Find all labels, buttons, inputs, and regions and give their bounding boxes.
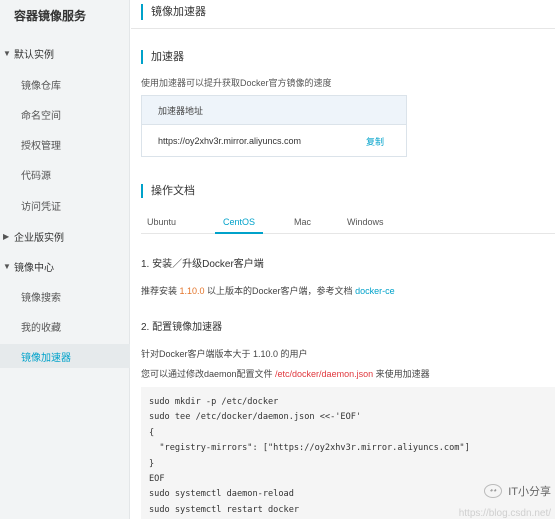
divider [131, 28, 555, 29]
step2-title: 2. 配置镜像加速器 [141, 322, 223, 333]
tab-mac[interactable]: Mac [294, 217, 311, 234]
step1-text-b: 以上版本的Docker客户端，参考文档 [204, 286, 356, 296]
tab-centos[interactable]: CentOS [215, 217, 264, 234]
step2-line2: 您可以通过修改daemon配置文件 /etc/docker/daemon.jso… [141, 367, 430, 380]
step2-line1: 针对Docker客户端版本大于 1.10.0 的用户 [141, 349, 308, 359]
sidebar-group-enterprise-instance[interactable]: ▶ 企业版实例 [0, 225, 130, 247]
chevron-right-icon: ▶ [3, 231, 10, 241]
watermark-url: https://blog.csdn.net/ [458, 508, 551, 519]
code-line: sudo tee /etc/docker/daemon.json <<-'EOF… [149, 412, 362, 423]
docs-section-title: 操作文档 [141, 184, 195, 198]
watermark-name: IT小分享 [508, 486, 551, 498]
sidebar-group-image-center[interactable]: ▼ 镜像中心 [0, 255, 130, 277]
accelerator-address-box: 加速器地址 https://oy2xhv3r.mirror.aliyuncs.c… [141, 95, 407, 157]
wechat-icon: ◕◕ [484, 484, 503, 498]
os-tabs: Ubuntu CentOS Mac Windows [141, 214, 555, 234]
sidebar-item-namespaces[interactable]: 命名空间 [0, 102, 130, 126]
tab-windows[interactable]: Windows [347, 217, 384, 234]
sidebar-group-label: 镜像中心 [14, 262, 54, 274]
accelerator-description: 使用加速器可以提升获取Docker官方镜像的速度 [141, 78, 332, 88]
watermark: ◕◕ IT小分享 [484, 483, 551, 499]
sidebar-item-code-source[interactable]: 代码源 [0, 162, 130, 186]
accelerator-url: https://oy2xhv3r.mirror.aliyuncs.com [158, 136, 302, 146]
sidebar: 容器镜像服务 ▼ 默认实例 镜像仓库 命名空间 授权管理 代码源 访问凭证 ▶ … [0, 0, 130, 519]
code-line: } [149, 458, 155, 469]
sidebar-group-default-instance[interactable]: ▼ 默认实例 [0, 42, 130, 64]
version-highlight: 1.10.0 [179, 286, 205, 296]
code-block[interactable]: sudo mkdir -p /etc/docker sudo tee /etc/… [141, 387, 555, 519]
code-line: "registry-mirrors": ["https://oy2xhv3r.m… [149, 443, 470, 454]
step1-title: 1. 安装／升级Docker客户端 [141, 259, 264, 270]
step1-text: 推荐安装 1.10.0 以上版本的Docker客户端，参考文档 docker-c… [141, 284, 395, 297]
accelerator-address-header: 加速器地址 [142, 96, 406, 125]
sidebar-item-authorization[interactable]: 授权管理 [0, 132, 130, 156]
step1-text-a: 推荐安装 [141, 286, 180, 296]
copy-button[interactable]: 复制 [366, 135, 384, 148]
sidebar-item-image-search[interactable]: 镜像搜索 [0, 284, 130, 308]
sidebar-group-label: 默认实例 [14, 49, 54, 61]
code-line: sudo mkdir -p /etc/docker [149, 397, 279, 407]
sidebar-item-favorites[interactable]: 我的收藏 [0, 314, 130, 338]
docker-ce-link[interactable]: docker-ce [355, 286, 395, 296]
daemon-config-path: /etc/docker/daemon.json [275, 369, 374, 379]
main-content: 镜像加速器 加速器 使用加速器可以提升获取Docker官方镜像的速度 加速器地址… [131, 0, 555, 519]
step2-line2-b: 来使用加速器 [373, 369, 430, 379]
sidebar-title: 容器镜像服务 [14, 9, 87, 23]
accelerator-section-title: 加速器 [141, 50, 184, 64]
sidebar-item-access-credentials[interactable]: 访问凭证 [0, 193, 130, 217]
accelerator-address-row: https://oy2xhv3r.mirror.aliyuncs.com 复制 [142, 125, 406, 157]
code-line: { [149, 427, 155, 438]
sidebar-item-repositories[interactable]: 镜像仓库 [0, 72, 130, 96]
chevron-down-icon: ▼ [3, 48, 11, 58]
step2-line2-a: 您可以通过修改daemon配置文件 [141, 369, 276, 379]
tab-ubuntu[interactable]: Ubuntu [147, 217, 176, 234]
sidebar-group-label: 企业版实例 [14, 232, 64, 244]
page-title: 镜像加速器 [141, 4, 206, 20]
chevron-down-icon: ▼ [3, 261, 11, 271]
sidebar-item-image-accelerator[interactable]: 镜像加速器 [0, 344, 130, 368]
